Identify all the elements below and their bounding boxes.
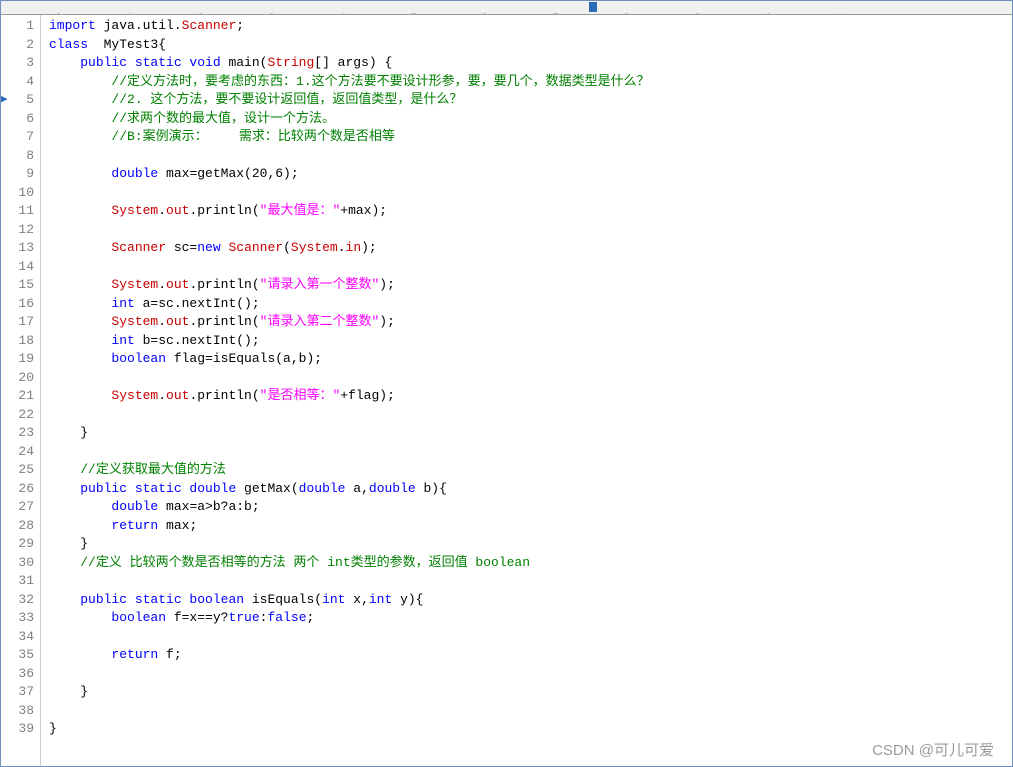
- watermark: CSDN @可儿可爱: [872, 739, 994, 760]
- code-line[interactable]: }: [49, 535, 1012, 554]
- line-number: 12: [1, 221, 34, 240]
- code-line[interactable]: [49, 572, 1012, 591]
- code-line[interactable]: public static void main(String[] args) {: [49, 54, 1012, 73]
- line-number: 3: [1, 54, 34, 73]
- line-number: 29: [1, 535, 34, 554]
- line-number: 8: [1, 147, 34, 166]
- code-line[interactable]: //定义获取最大值的方法: [49, 461, 1012, 480]
- line-number: 21: [1, 387, 34, 406]
- line-number: 25: [1, 461, 34, 480]
- code-line[interactable]: //求两个数的最大值，设计一个方法。: [49, 110, 1012, 129]
- line-number: 1: [1, 17, 34, 36]
- code-line[interactable]: System.out.println("请录入第二个整数");: [49, 313, 1012, 332]
- line-number: 30: [1, 554, 34, 573]
- code-line[interactable]: public static boolean isEquals(int x,int…: [49, 591, 1012, 610]
- code-line[interactable]: return max;: [49, 517, 1012, 536]
- line-number: 26: [1, 480, 34, 499]
- code-line[interactable]: //定义 比较两个数是否相等的方法 两个 int类型的参数，返回值 boolea…: [49, 554, 1012, 573]
- code-line[interactable]: System.out.println("最大值是："+max);: [49, 202, 1012, 221]
- breakpoint-icon[interactable]: ▶: [1, 91, 8, 110]
- code-line[interactable]: [49, 221, 1012, 240]
- line-number: 33: [1, 609, 34, 628]
- line-number: 34: [1, 628, 34, 647]
- line-number: 9: [1, 165, 34, 184]
- line-number: 16: [1, 295, 34, 314]
- code-line[interactable]: [49, 702, 1012, 721]
- line-number: 6: [1, 110, 34, 129]
- code-line[interactable]: double max=a>b?a:b;: [49, 498, 1012, 517]
- line-number: 20: [1, 369, 34, 388]
- line-number-gutter: ▶ 12345678910111213141516171819202122232…: [1, 15, 41, 766]
- line-number: 35: [1, 646, 34, 665]
- line-number: 4: [1, 73, 34, 92]
- code-line[interactable]: boolean f=x==y?true:false;: [49, 609, 1012, 628]
- code-line[interactable]: Scanner sc=new Scanner(System.in);: [49, 239, 1012, 258]
- code-line[interactable]: }: [49, 720, 1012, 739]
- line-number: 22: [1, 406, 34, 425]
- line-number: 11: [1, 202, 34, 221]
- line-number: 19: [1, 350, 34, 369]
- line-number: 28: [1, 517, 34, 536]
- code-line[interactable]: [49, 628, 1012, 647]
- code-line[interactable]: System.out.println("请录入第一个整数");: [49, 276, 1012, 295]
- code-line[interactable]: public static double getMax(double a,dou…: [49, 480, 1012, 499]
- code-line[interactable]: int b=sc.nextInt();: [49, 332, 1012, 351]
- code-line[interactable]: double max=getMax(20,6);: [49, 165, 1012, 184]
- line-number: 37: [1, 683, 34, 702]
- code-line[interactable]: class MyTest3{: [49, 36, 1012, 55]
- code-line[interactable]: }: [49, 424, 1012, 443]
- line-number: 27: [1, 498, 34, 517]
- line-number: 7: [1, 128, 34, 147]
- line-number: 17: [1, 313, 34, 332]
- line-number: 15: [1, 276, 34, 295]
- line-number: 23: [1, 424, 34, 443]
- code-line[interactable]: return f;: [49, 646, 1012, 665]
- code-line[interactable]: //定义方法时，要考虑的东西：1.这个方法要不要设计形参，要，要几个，数据类型是…: [49, 73, 1012, 92]
- line-number: 36: [1, 665, 34, 684]
- code-line[interactable]: //2. 这个方法，要不要设计返回值，返回值类型，是什么？: [49, 91, 1012, 110]
- line-number: 18: [1, 332, 34, 351]
- column-ruler: |----+----1----+----2----+----3----+----…: [1, 1, 1012, 15]
- line-number: 38: [1, 702, 34, 721]
- line-number: 32: [1, 591, 34, 610]
- code-line[interactable]: System.out.println("是否相等："+flag);: [49, 387, 1012, 406]
- code-line[interactable]: }: [49, 683, 1012, 702]
- code-content[interactable]: import java.util.Scanner;class MyTest3{ …: [41, 15, 1012, 766]
- line-number: 14: [1, 258, 34, 277]
- code-line[interactable]: [49, 147, 1012, 166]
- code-line[interactable]: import java.util.Scanner;: [49, 17, 1012, 36]
- line-number: 39: [1, 720, 34, 739]
- editor-area[interactable]: ▶ 12345678910111213141516171819202122232…: [1, 15, 1012, 766]
- code-line[interactable]: [49, 258, 1012, 277]
- ruler-caret: [589, 2, 597, 12]
- code-line[interactable]: //B:案例演示： 需求：比较两个数是否相等: [49, 128, 1012, 147]
- code-line[interactable]: [49, 665, 1012, 684]
- code-line[interactable]: [49, 184, 1012, 203]
- line-number: 13: [1, 239, 34, 258]
- code-line[interactable]: boolean flag=isEquals(a,b);: [49, 350, 1012, 369]
- code-line[interactable]: [49, 443, 1012, 462]
- line-number: 31: [1, 572, 34, 591]
- line-number: 24: [1, 443, 34, 462]
- line-number: 2: [1, 36, 34, 55]
- code-line[interactable]: [49, 406, 1012, 425]
- code-line[interactable]: int a=sc.nextInt();: [49, 295, 1012, 314]
- line-number: 10: [1, 184, 34, 203]
- code-line[interactable]: [49, 369, 1012, 388]
